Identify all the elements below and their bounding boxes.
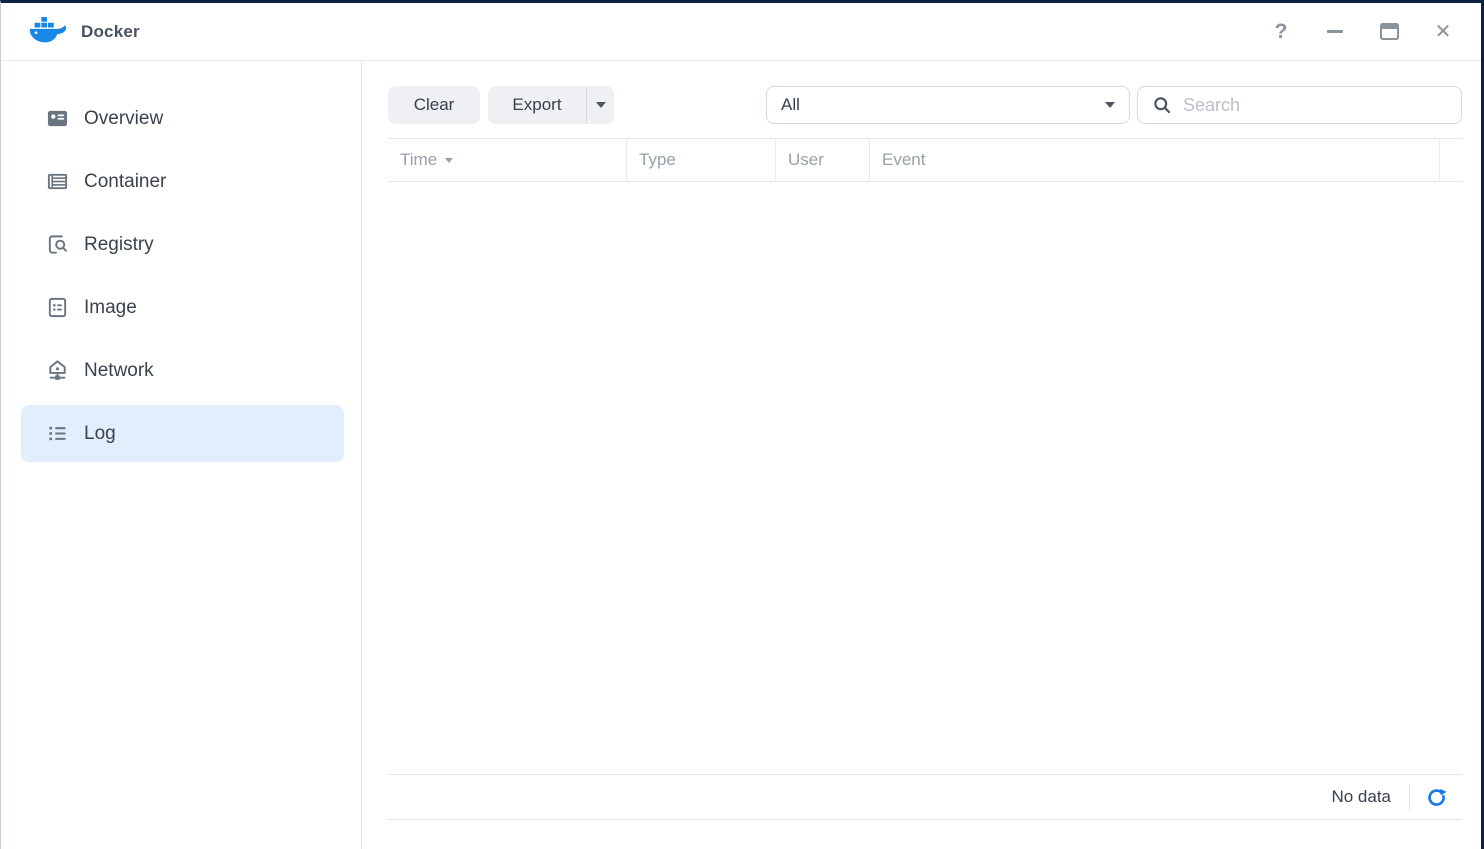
export-menu-button[interactable] [587, 102, 614, 108]
app-body: Overview Container Registry Image Networ… [1, 61, 1481, 849]
container-icon [45, 170, 69, 194]
status-text: No data [1331, 787, 1391, 806]
window-controls: ? ✕ [1269, 20, 1455, 44]
chevron-down-icon [595, 102, 606, 108]
export-button[interactable]: Export [488, 86, 587, 124]
sidebar-item-container[interactable]: Container [21, 153, 344, 210]
sidebar-item-image[interactable]: Image [21, 279, 344, 336]
refresh-button[interactable] [1424, 785, 1448, 809]
footer-divider [1409, 784, 1410, 810]
maximize-icon[interactable] [1377, 20, 1401, 44]
clear-button[interactable]: Clear [388, 86, 480, 124]
column-header-user[interactable]: User [776, 139, 870, 181]
column-header-time[interactable]: Time [388, 139, 627, 181]
sidebar-item-label: Container [84, 170, 167, 192]
sidebar-item-label: Registry [84, 233, 154, 255]
sidebar-item-network[interactable]: Network [21, 342, 344, 399]
overview-icon [45, 107, 69, 131]
search-input[interactable] [1183, 94, 1449, 116]
sidebar-item-overview[interactable]: Overview [21, 90, 344, 147]
filter-selected-value: All [781, 95, 800, 114]
search-icon [1154, 97, 1171, 114]
export-split-button[interactable]: Export [488, 86, 614, 124]
column-header-event[interactable]: Event [870, 139, 1440, 181]
app-title: Docker [81, 21, 140, 41]
search-box[interactable] [1137, 86, 1462, 124]
toolbar: Clear Export All [388, 86, 1462, 124]
sidebar-item-label: Network [84, 359, 154, 381]
log-table-header: Time Type User Event [388, 138, 1462, 182]
minimize-icon[interactable] [1323, 20, 1347, 44]
log-table-footer: No data [388, 774, 1462, 820]
column-header-type[interactable]: Type [627, 139, 776, 181]
titlebar: Docker ? ✕ [1, 3, 1481, 61]
chevron-down-icon [1105, 102, 1115, 108]
log-panel: Clear Export All Time [362, 61, 1481, 849]
sidebar-item-label: Log [84, 422, 116, 444]
log-icon [45, 422, 69, 446]
sidebar-item-label: Image [84, 296, 137, 318]
sidebar: Overview Container Registry Image Networ… [1, 61, 362, 849]
docker-whale-icon [25, 15, 71, 49]
close-icon[interactable]: ✕ [1431, 20, 1455, 44]
log-filter-dropdown[interactable]: All [766, 86, 1130, 124]
sidebar-item-label: Overview [84, 107, 164, 129]
registry-icon [45, 233, 69, 257]
sidebar-item-log[interactable]: Log [21, 405, 344, 462]
sort-desc-icon [445, 157, 454, 163]
image-icon [45, 296, 69, 320]
network-icon [45, 359, 69, 383]
help-icon[interactable]: ? [1269, 20, 1293, 44]
sidebar-item-registry[interactable]: Registry [21, 216, 344, 273]
column-header-spacer [1440, 139, 1462, 181]
log-table-body-empty [388, 182, 1462, 774]
